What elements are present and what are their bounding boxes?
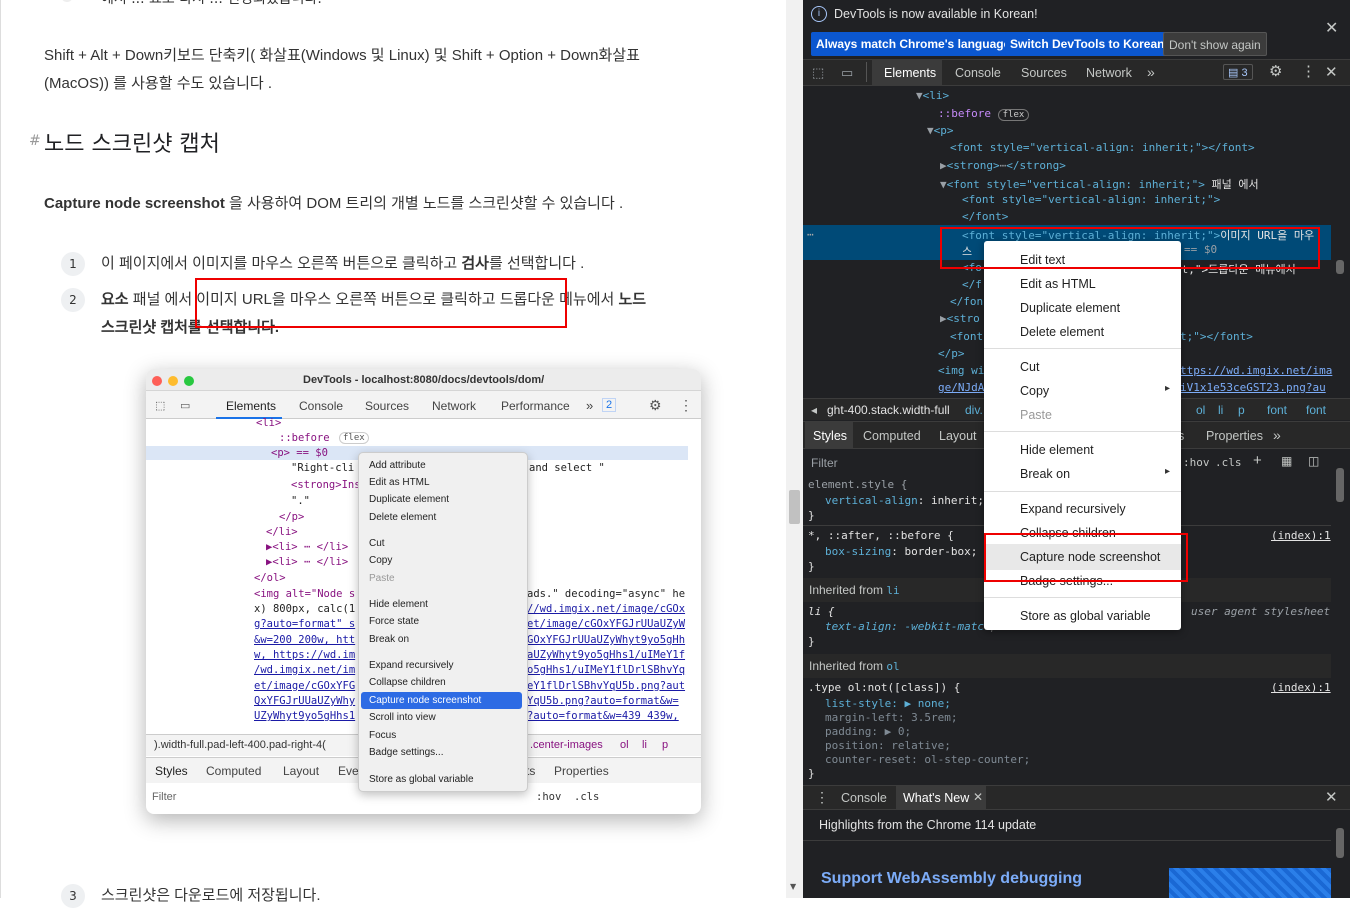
gear-icon[interactable]: ⚙ — [1269, 62, 1282, 80]
more-tabs-icon[interactable]: » — [586, 398, 593, 413]
intro-paragraph: Capture node screenshot 을 사용하여 DOM 트리의 개… — [44, 192, 623, 213]
kebab-menu-icon[interactable]: ⋮ — [1301, 62, 1316, 80]
devtools-screenshot-image: DevTools - localhost:8080/docs/devtools/… — [146, 369, 701, 814]
menu-hide-element[interactable]: Hide element — [1020, 443, 1094, 457]
tab-sources[interactable]: Sources — [365, 399, 409, 413]
menu-expand-recursively[interactable]: Expand recursively — [1020, 502, 1126, 516]
menu-store-global[interactable]: Store as global variable — [1020, 609, 1151, 623]
device-toolbar-icon[interactable]: ▭ — [841, 65, 853, 81]
more-style-tabs-icon[interactable]: » — [1273, 427, 1281, 443]
highlights-text: Highlights from the Chrome 114 update — [819, 818, 1037, 832]
tab-network[interactable]: Network — [1086, 66, 1132, 80]
tab-console[interactable]: Console — [955, 66, 1001, 80]
device-icon: ▭ — [180, 400, 191, 412]
match-language-button[interactable]: Always match Chrome's language — [811, 32, 1016, 56]
shortcut-paragraph-2: (MacOS)) 를 사용할 수도 있습니다 . — [44, 75, 273, 92]
menu-duplicate-element[interactable]: Duplicate element — [1020, 301, 1120, 315]
close-infobar-icon[interactable]: ✕ — [1325, 18, 1338, 38]
feature-link[interactable]: Support WebAssembly debugging — [821, 870, 1082, 888]
menu-collapse-children[interactable]: Collapse children — [1020, 526, 1116, 540]
styles-scrollbar[interactable] — [1333, 452, 1347, 780]
inspect-icon: ⬚ — [155, 400, 166, 412]
tree-scrollbar[interactable] — [1333, 88, 1347, 394]
page-scrollbar[interactable]: ▼ — [786, 0, 803, 898]
close-tab-icon[interactable]: ✕ — [973, 790, 983, 804]
scrollbar-thumb[interactable] — [789, 490, 800, 524]
tab-elements[interactable]: Elements — [884, 66, 936, 80]
submenu-arrow-icon: ▸ — [1165, 383, 1171, 394]
step-text: 이 페이지에서 이미지를 마우스 오른쪽 버튼으로 클릭하고 검사를 선택합니다… — [101, 255, 585, 272]
tab-elements[interactable]: Elements — [226, 399, 276, 413]
scrollbar-thumb[interactable] — [1336, 260, 1344, 274]
new-rule-icon[interactable]: + — [1253, 452, 1262, 469]
cut-off-text: 에서 ... 요소 다시 ... 변경되었습니다. — [101, 0, 322, 8]
info-icon: i — [811, 6, 827, 22]
issues-badge[interactable]: 2 — [602, 398, 617, 412]
submenu-arrow-icon: ▸ — [1165, 466, 1171, 477]
shortcut-paragraph: Shift + Alt + Down키보드 단축키( 화살표(Windows 및… — [44, 47, 640, 64]
issues-counter[interactable]: ▤ 3 — [1223, 64, 1253, 80]
intro-rest: 을 사용하여 DOM 트리의 개별 노드를 스크린샷할 수 있습니다 . — [224, 195, 624, 212]
close-devtools-icon[interactable]: ✕ — [1325, 63, 1338, 81]
step-number: 3 — [61, 884, 85, 908]
divider — [866, 62, 867, 82]
breadcrumb-left-icon[interactable]: ◂ — [811, 403, 817, 417]
drawer-scrollbar[interactable] — [1333, 812, 1347, 898]
tab-network[interactable]: Network — [432, 399, 476, 413]
close-dot-icon — [152, 376, 162, 386]
kebab-menu-icon[interactable]: ⋮ — [679, 397, 693, 414]
scroll-down-icon[interactable]: ▼ — [790, 882, 796, 891]
menu-paste: Paste — [1020, 408, 1052, 422]
close-drawer-icon[interactable]: ✕ — [1325, 788, 1338, 806]
switch-korean-button[interactable]: Switch DevTools to Korean — [1005, 32, 1170, 56]
tab-sources[interactable]: Sources — [1021, 66, 1067, 80]
section-heading: 노드 스크린샷 캡처 — [44, 132, 220, 157]
paint-icon[interactable]: ▦ — [1281, 454, 1292, 468]
step-number: 1 — [61, 252, 85, 276]
documentation-page: 에서 ... 요소 다시 ... 변경되었습니다. Shift + Alt + … — [0, 0, 786, 908]
minimize-dot-icon — [168, 376, 178, 386]
more-tabs-icon[interactable]: » — [1147, 64, 1155, 80]
dont-show-button[interactable]: Don't show again — [1163, 32, 1267, 56]
menu-copy[interactable]: Copy — [1020, 384, 1049, 398]
context-menu: Edit text Edit as HTML Duplicate element… — [984, 241, 1181, 630]
menu-edit-as-html[interactable]: Edit as HTML — [1020, 277, 1096, 291]
scrollbar-thumb[interactable] — [1336, 468, 1344, 502]
infobar-message: DevTools is now available in Korean! — [834, 7, 1038, 21]
styles-filter-input[interactable]: Filter — [811, 456, 838, 470]
gear-icon[interactable]: ⚙ — [649, 397, 662, 414]
heading-anchor[interactable]: # — [29, 133, 41, 149]
sidebar-toggle-icon[interactable]: ◫ — [1308, 454, 1319, 468]
menu-cut[interactable]: Cut — [1020, 360, 1039, 374]
menu-delete-element[interactable]: Delete element — [1020, 325, 1104, 339]
menu-badge-settings[interactable]: Badge settings... — [1020, 574, 1113, 588]
tab-console[interactable]: Console — [299, 399, 343, 413]
step-text-line2: 스크린샷 캡처를 선택합니다. — [101, 319, 280, 336]
intro-bold: Capture node screenshot — [44, 195, 225, 212]
step-number-partial — [61, 0, 73, 2]
feature-thumbnail — [1169, 868, 1331, 898]
drawer-menu-icon[interactable]: ⋮ — [815, 789, 829, 806]
step-text: 스크린샷은 다운로드에 저장됩니다. — [101, 887, 321, 904]
inspect-element-icon[interactable]: ⬚ — [812, 65, 824, 81]
maximize-dot-icon — [184, 376, 194, 386]
window-title: DevTools - localhost:8080/docs/devtools/… — [303, 374, 545, 386]
step-number: 2 — [61, 288, 85, 312]
step-text: 요소 패널 에서 이미지 URL을 마우스 오른쪽 버튼으로 클릭하고 드롭다운… — [101, 291, 647, 308]
row-ellipsis-icon[interactable]: ⋯ — [807, 228, 814, 241]
tab-performance[interactable]: Performance — [501, 399, 570, 413]
menu-capture-node-screenshot[interactable]: Capture node screenshot — [1020, 550, 1160, 564]
menu-break-on[interactable]: Break on — [1020, 467, 1070, 481]
menu-edit-text[interactable]: Edit text — [1020, 253, 1065, 267]
